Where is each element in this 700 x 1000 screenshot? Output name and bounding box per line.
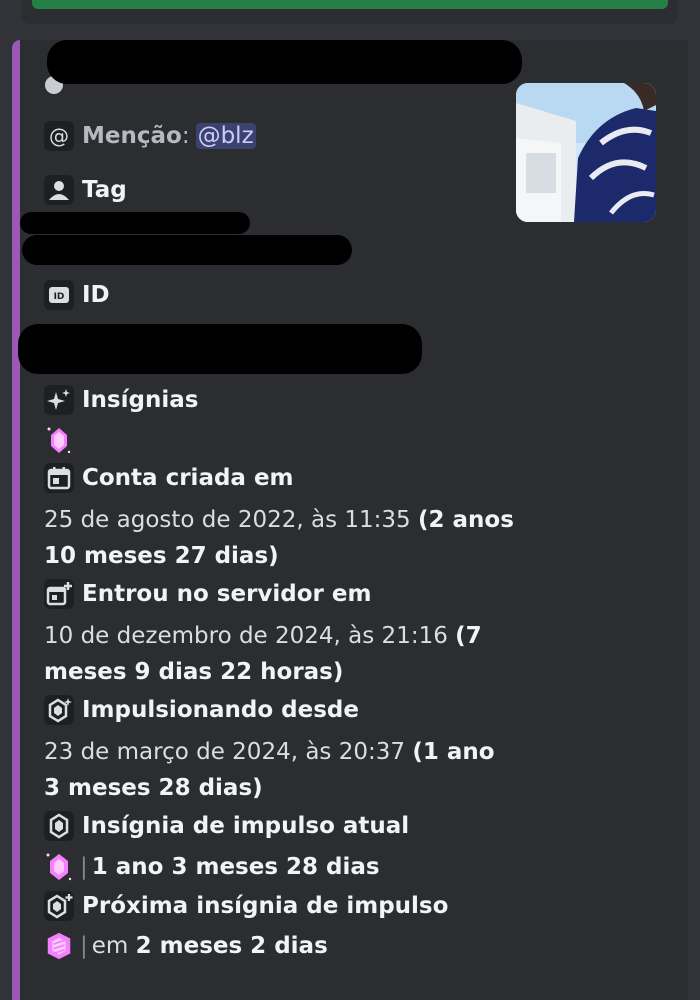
badges-field: Insígnias xyxy=(44,385,198,415)
calendar-icon xyxy=(44,463,74,493)
id-field: ID ID xyxy=(44,280,110,310)
next-boost-separator: | xyxy=(80,933,88,959)
thumbnail-photo xyxy=(516,83,656,222)
sparkles-icon xyxy=(44,385,74,415)
redacted-tag-value-2 xyxy=(22,235,352,265)
next-boost-value-row: | em 2 meses 2 dias xyxy=(44,931,328,961)
next-boost-gem-icon xyxy=(44,931,74,961)
boost-badge-plus-icon xyxy=(44,891,74,921)
person-icon xyxy=(44,175,74,205)
redacted-id-value xyxy=(18,324,422,374)
joined-label: Entrou no servidor em xyxy=(82,581,372,607)
user-info-embed: @ Menção: @blz Tag ID ID Insígnias Conta… xyxy=(12,40,688,1000)
current-boost-field: Insígnia de impulso atual xyxy=(44,811,409,841)
joined-field: Entrou no servidor em xyxy=(44,579,371,609)
at-sign-icon: @ xyxy=(44,121,74,151)
boosting-value: 23 de março de 2024, às 20:37 (1 ano 3 m… xyxy=(44,734,514,806)
mention-label: Menção xyxy=(82,123,182,149)
id-label: ID xyxy=(82,282,110,308)
current-boost-label: Insígnia de impulso atual xyxy=(82,813,410,839)
current-boost-duration: 1 ano 3 meses 28 dias xyxy=(91,854,380,880)
current-boost-value-row: | 1 ano 3 meses 28 dias xyxy=(44,852,380,882)
current-boost-separator: | xyxy=(80,854,88,880)
badges-label: Insígnias xyxy=(82,387,199,413)
badge-list xyxy=(44,425,82,455)
pink-gem-icon[interactable] xyxy=(44,425,74,455)
green-action-button[interactable] xyxy=(32,0,668,9)
user-avatar-thumbnail[interactable] xyxy=(516,83,656,222)
mention-colon: : xyxy=(181,123,190,149)
joined-date: 10 de dezembro de 2024, às 21:16 xyxy=(44,623,456,649)
created-label: Conta criada em xyxy=(82,465,294,491)
embed-accent-bar xyxy=(12,40,20,1000)
next-boost-duration: 2 meses 2 dias xyxy=(135,933,328,959)
created-value: 25 de agosto de 2022, às 11:35 (2 anos 1… xyxy=(44,502,514,574)
boost-gem-icon xyxy=(44,695,74,725)
svg-text:@: @ xyxy=(49,124,69,148)
boosting-label: Impulsionando desde xyxy=(82,697,359,723)
boost-badge-icon xyxy=(44,811,74,841)
created-date: 25 de agosto de 2022, às 11:35 xyxy=(44,507,418,533)
next-boost-label: Próxima insígnia de impulso xyxy=(82,893,449,919)
current-boost-gem-icon xyxy=(44,852,74,882)
calendar-plus-icon xyxy=(44,579,74,609)
boosting-date: 23 de março de 2024, às 20:37 xyxy=(44,739,413,765)
created-field: Conta criada em xyxy=(44,463,294,493)
tag-field: Tag xyxy=(44,175,127,205)
mention-field: @ Menção: @blz xyxy=(44,121,256,151)
tag-label: Tag xyxy=(82,177,127,203)
redacted-tag-value xyxy=(20,212,250,234)
next-boost-field: Próxima insígnia de impulso xyxy=(44,891,448,921)
next-boost-prefix: em xyxy=(91,933,136,959)
svg-text:ID: ID xyxy=(54,292,65,302)
redacted-author-name xyxy=(47,40,522,84)
joined-value: 10 de dezembro de 2024, às 21:16 (7 mese… xyxy=(44,618,514,690)
user-mention[interactable]: @blz xyxy=(195,123,256,149)
id-badge-icon: ID xyxy=(44,280,74,310)
boosting-field: Impulsionando desde xyxy=(44,695,359,725)
